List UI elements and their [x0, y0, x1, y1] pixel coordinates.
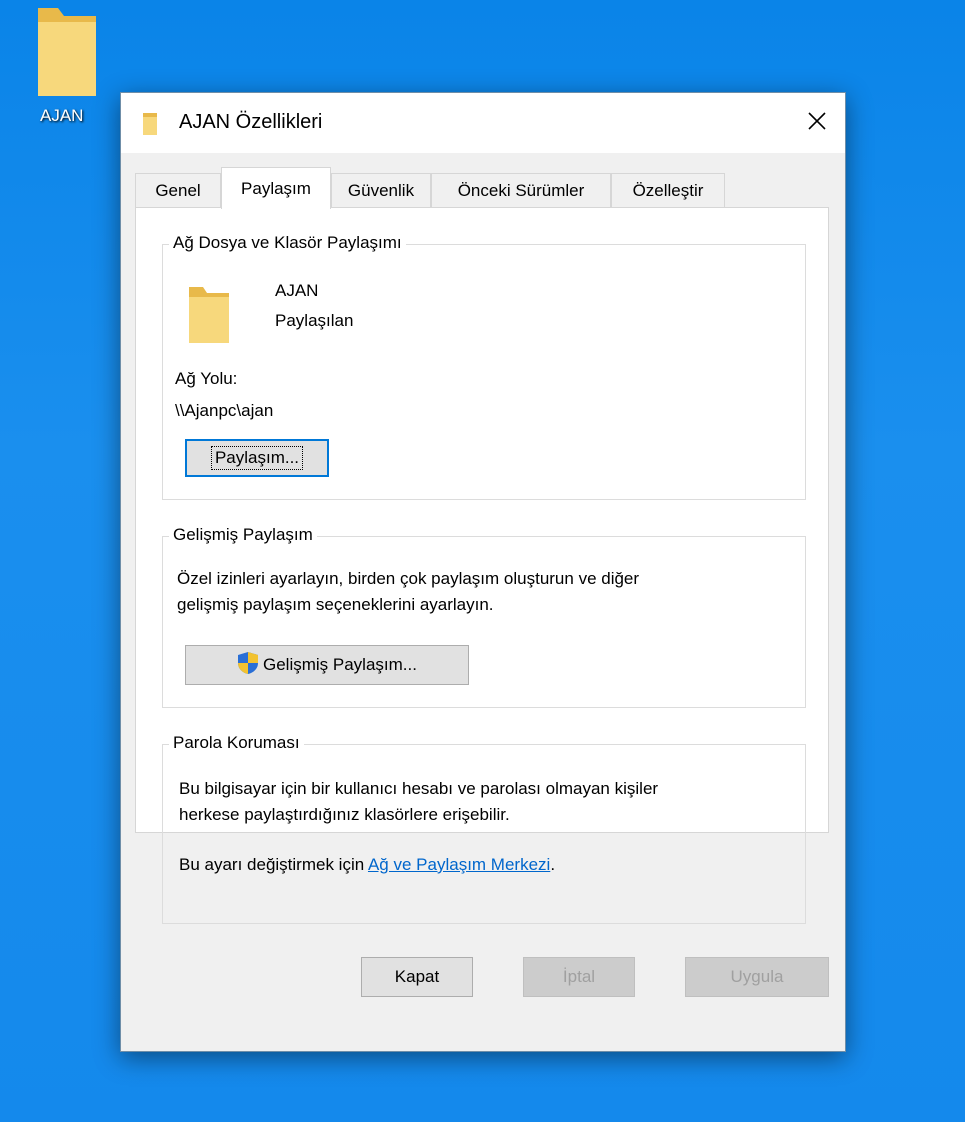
- password-protection-group: Parola Koruması Bu bilgisayar için bir k…: [162, 733, 806, 924]
- network-path-value: \\Ajanpc\ajan: [175, 401, 274, 420]
- network-sharing-group: Ağ Dosya ve Klasör Paylaşımı AJAN Paylaş…: [162, 233, 806, 500]
- share-button[interactable]: Paylaşım...: [185, 439, 329, 477]
- shared-folder-icon: [189, 287, 229, 348]
- change-setting-text: Bu ayarı değiştirmek için Ağ ve Paylaşım…: [179, 855, 555, 875]
- close-dialog-button[interactable]: Kapat: [361, 957, 473, 997]
- tab-customize[interactable]: Özelleştir: [611, 173, 725, 207]
- change-setting-prefix: Bu ayarı değiştirmek için: [179, 855, 368, 874]
- advanced-sharing-description-1: Özel izinleri ayarlayın, birden çok payl…: [177, 569, 640, 588]
- tab-sharing[interactable]: Paylaşım: [221, 167, 331, 209]
- properties-dialog: AJAN Özellikleri Genel Paylaşım Güvenlik…: [120, 92, 846, 1052]
- window-title: AJAN Özellikleri: [179, 111, 323, 133]
- title-bar[interactable]: AJAN Özellikleri: [121, 93, 845, 153]
- password-description-1: Bu bilgisayar için bir kullanıcı hesabı …: [179, 779, 659, 798]
- advanced-sharing-legend: Gelişmiş Paylaşım: [169, 525, 317, 545]
- apply-label: Uygula: [730, 967, 784, 986]
- tab-general[interactable]: Genel: [135, 173, 221, 207]
- close-dialog-label: Kapat: [394, 967, 440, 986]
- advanced-sharing-description-2: gelişmiş paylaşım seçeneklerini ayarlayı…: [177, 595, 494, 614]
- tab-security[interactable]: Güvenlik: [331, 173, 431, 207]
- close-icon: [808, 112, 826, 130]
- password-protection-legend: Parola Koruması: [169, 733, 304, 753]
- password-description-2: herkese paylaştırdığınız klasörlere eriş…: [179, 805, 510, 824]
- advanced-sharing-button[interactable]: Gelişmiş Paylaşım...: [185, 645, 469, 685]
- cancel-label: İptal: [562, 967, 596, 986]
- network-sharing-center-link[interactable]: Ağ ve Paylaşım Merkezi: [368, 855, 550, 874]
- cancel-button[interactable]: İptal: [523, 957, 635, 997]
- folder-icon: [143, 113, 157, 135]
- advanced-sharing-button-label: Gelişmiş Paylaşım...: [263, 655, 417, 674]
- desktop-folder-label[interactable]: AJAN: [40, 106, 83, 126]
- apply-button[interactable]: Uygula: [685, 957, 829, 997]
- sharing-panel: Ağ Dosya ve Klasör Paylaşımı AJAN Paylaş…: [135, 207, 829, 924]
- close-button[interactable]: [789, 93, 845, 149]
- network-path-label: Ağ Yolu:: [175, 369, 238, 388]
- shared-folder-name: AJAN: [275, 281, 319, 300]
- uac-shield-icon: [237, 651, 259, 680]
- desktop-folder-icon[interactable]: [38, 8, 98, 98]
- advanced-sharing-group: Gelişmiş Paylaşım Özel izinleri ayarlayı…: [162, 525, 806, 708]
- share-button-label: Paylaşım...: [210, 446, 304, 470]
- shared-status: Paylaşılan: [275, 311, 354, 330]
- change-setting-suffix: .: [550, 855, 556, 874]
- tab-previous-versions[interactable]: Önceki Sürümler: [431, 173, 611, 207]
- network-sharing-legend: Ağ Dosya ve Klasör Paylaşımı: [169, 233, 406, 253]
